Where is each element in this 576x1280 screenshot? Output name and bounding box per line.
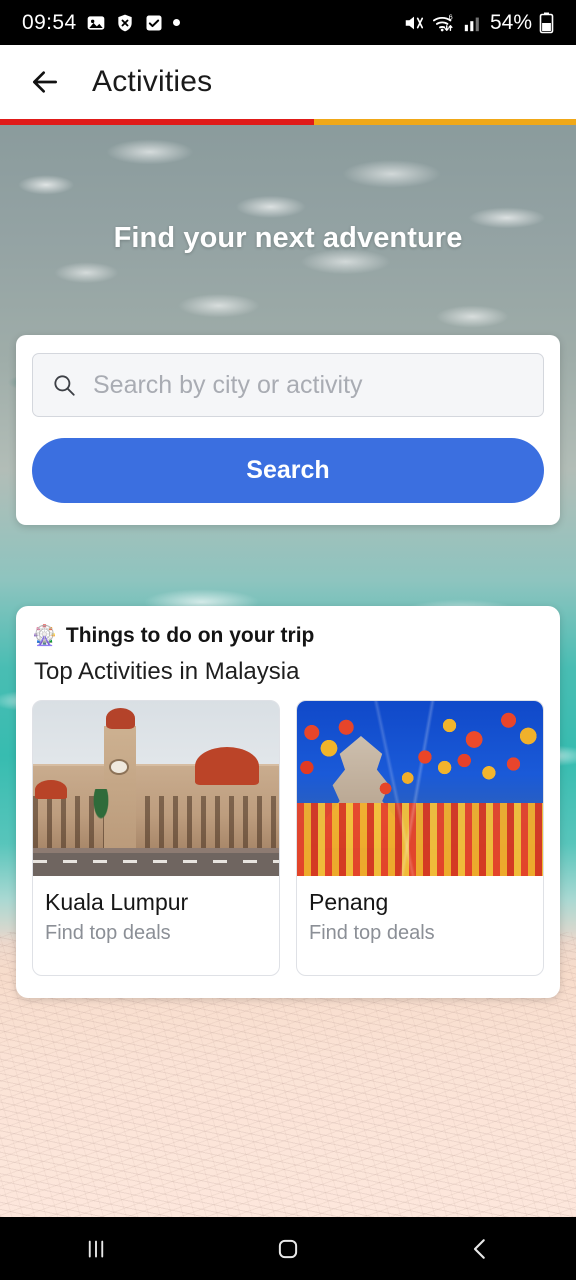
battery-percent: 54%	[489, 10, 532, 34]
stripe-segment-red	[0, 119, 314, 125]
things-to-do-header: 🎡 Things to do on your trip	[32, 624, 544, 648]
status-bar-right: 6 54%	[403, 11, 554, 35]
activity-subtitle: Find top deals	[45, 922, 171, 944]
app-bar: Activities	[0, 45, 576, 119]
mute-icon	[403, 12, 425, 34]
photo-icon	[86, 13, 106, 33]
phone-screen: 09:54 6 54% Activities Find your next ad…	[0, 0, 576, 1280]
activity-card-grid: Kuala Lumpur Find top deals Penang Find …	[32, 700, 544, 976]
search-icon	[51, 372, 77, 398]
activity-card-body: Penang Find top deals	[297, 876, 543, 975]
status-bar: 09:54 6 54%	[0, 0, 576, 45]
kuala-lumpur-image	[33, 701, 279, 876]
things-to-do-card: 🎡 Things to do on your trip Top Activiti…	[16, 606, 560, 998]
wifi-6-icon: 6	[432, 12, 456, 34]
search-placeholder: Search by city or activity	[93, 370, 363, 399]
svg-text:6: 6	[449, 12, 453, 21]
page-title: Activities	[92, 65, 213, 98]
activity-card-penang[interactable]: Penang Find top deals	[296, 700, 544, 976]
stripe-segment-orange	[313, 119, 576, 125]
checkbox-icon	[144, 13, 164, 33]
shield-x-icon	[115, 13, 135, 33]
back-button[interactable]	[26, 63, 64, 101]
activity-subtitle: Find top deals	[309, 922, 435, 944]
chevron-left-icon	[473, 1238, 485, 1259]
arrow-left-icon	[33, 71, 57, 93]
hero-section: Find your next adventure	[0, 119, 576, 255]
scroll-content[interactable]: Find your next adventure Search by city …	[0, 119, 576, 1217]
things-to-do-heading: Things to do on your trip	[65, 624, 315, 647]
nav-back-button[interactable]	[437, 1217, 523, 1280]
status-bar-left: 09:54	[22, 11, 180, 35]
activity-title: Penang	[309, 889, 389, 915]
penang-image	[297, 701, 543, 876]
things-to-do-subheading: Top Activities in Malaysia	[34, 658, 300, 685]
battery-icon	[539, 12, 554, 34]
android-nav-bar	[0, 1217, 576, 1280]
activity-card-body: Kuala Lumpur Find top deals	[33, 876, 279, 975]
activity-title: Kuala Lumpur	[45, 889, 189, 915]
accent-stripe	[0, 119, 576, 125]
dot-icon	[172, 19, 180, 26]
hero-title: Find your next adventure	[113, 222, 463, 254]
home-button[interactable]	[245, 1217, 331, 1280]
cellular-signal-icon	[463, 13, 483, 33]
search-card: Search by city or activity Search	[16, 335, 560, 525]
ferris-wheel-icon: 🎡	[32, 625, 57, 647]
home-icon	[278, 1239, 298, 1258]
recents-icon	[88, 1240, 104, 1257]
activity-card-kuala-lumpur[interactable]: Kuala Lumpur Find top deals	[32, 700, 280, 976]
recents-button[interactable]	[53, 1217, 139, 1280]
search-input[interactable]: Search by city or activity	[32, 353, 544, 417]
search-button[interactable]: Search	[32, 438, 544, 503]
status-time: 09:54	[22, 10, 77, 34]
